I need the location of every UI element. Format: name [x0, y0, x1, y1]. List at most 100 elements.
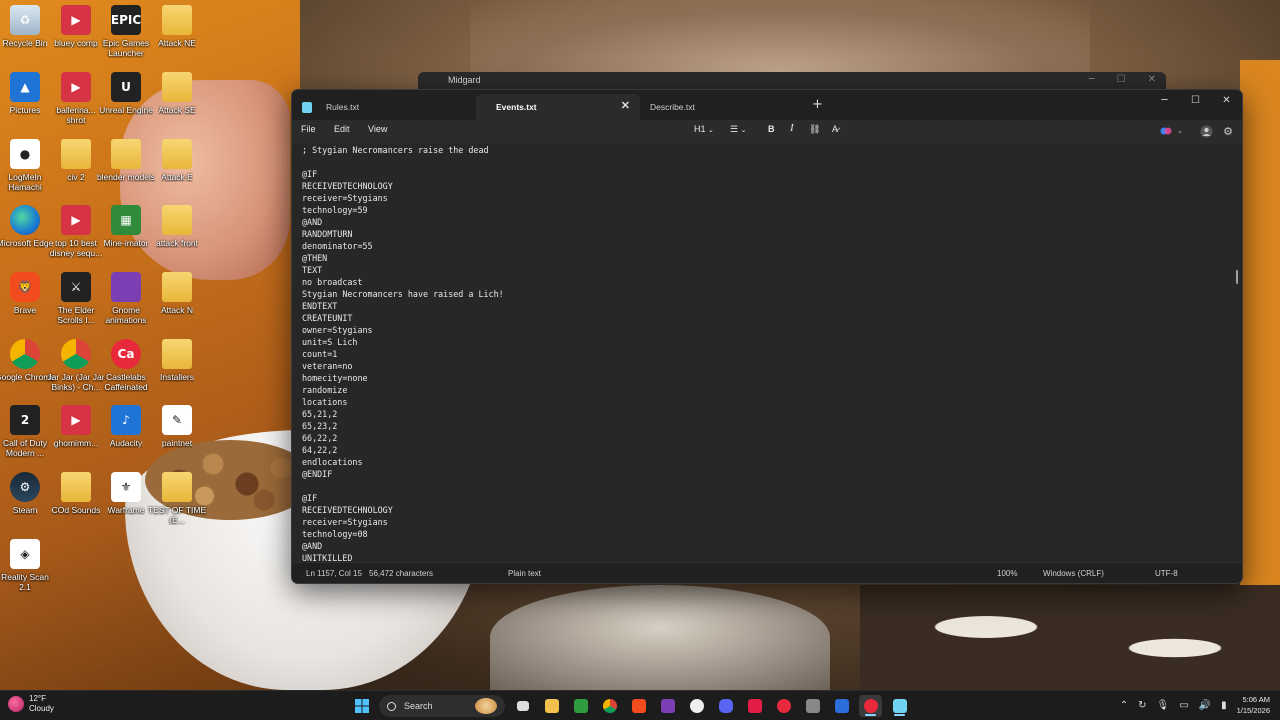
text-line[interactable]: 65,21,2	[302, 408, 504, 420]
desktop-icon[interactable]: Attack N	[147, 272, 207, 315]
clear-formatting-icon[interactable]: A̷	[832, 124, 838, 134]
account-icon[interactable]	[1198, 123, 1214, 139]
app-blue-button[interactable]	[830, 695, 853, 717]
text-line[interactable]: @AND	[302, 540, 504, 552]
desktop-icon[interactable]: Attack E	[147, 139, 207, 182]
battery-icon[interactable]: ▮	[1221, 700, 1227, 711]
maximize-icon[interactable]: ☐	[1180, 91, 1211, 109]
caffeinated-active-button[interactable]	[859, 695, 882, 717]
chrome-button[interactable]	[598, 695, 621, 717]
desktop-icon[interactable]: ◈ Reality Scan 2.1	[0, 539, 55, 592]
list-dropdown[interactable]: ☰ ⌄	[730, 124, 746, 135]
minimize-icon[interactable]: ─	[1149, 91, 1180, 109]
text-line[interactable]: RECEIVEDTECHNOLOGY	[302, 180, 504, 192]
sync-icon[interactable]: ↻	[1138, 700, 1146, 711]
text-line[interactable]: ; Stygian Necromancers raise the dead	[302, 144, 504, 156]
discord-button[interactable]	[714, 695, 737, 717]
text-line[interactable]	[302, 480, 504, 492]
xbox-button[interactable]	[569, 695, 592, 717]
encoding[interactable]: UTF-8	[1155, 569, 1178, 578]
new-tab-icon[interactable]: +	[812, 97, 823, 112]
text-line[interactable]: receiver=Stygians	[302, 516, 504, 528]
zoom-level[interactable]: 100%	[997, 569, 1017, 578]
minimize-icon[interactable]: ─	[1089, 74, 1095, 85]
text-line[interactable]: TEXT	[302, 264, 504, 276]
text-line[interactable]: denominator=55	[302, 240, 504, 252]
text-line[interactable]: count=1	[302, 348, 504, 360]
text-line[interactable]: @IF	[302, 492, 504, 504]
taskbar-search[interactable]: Search	[379, 695, 505, 717]
text-line[interactable]: 64,22,2	[302, 444, 504, 456]
menu-file[interactable]: File	[301, 124, 316, 134]
text-line[interactable]: 66,22,2	[302, 432, 504, 444]
tab-describe[interactable]: Describe.txt	[642, 94, 806, 120]
text-line[interactable]: technology=59	[302, 204, 504, 216]
link-icon[interactable]: ⛓	[809, 124, 820, 135]
brave-button[interactable]	[627, 695, 650, 717]
text-line[interactable]: @AND	[302, 216, 504, 228]
text-line[interactable]: UNITKILLED	[302, 552, 504, 562]
text-line[interactable]: locations	[302, 396, 504, 408]
text-line[interactable]: owner=Stygians	[302, 324, 504, 336]
text-line[interactable]: @THEN	[302, 252, 504, 264]
display-icon[interactable]: ▭	[1179, 700, 1188, 711]
settings-gear-icon[interactable]: ⚙	[1220, 123, 1236, 139]
desktop-icon-label: Brave	[13, 305, 37, 315]
close-icon[interactable]: ✕	[1148, 74, 1156, 85]
text-line[interactable]: 65,23,2	[302, 420, 504, 432]
text-line[interactable]: receiver=Stygians	[302, 192, 504, 204]
close-tab-icon[interactable]: ✕	[621, 99, 630, 112]
text-line[interactable]: unit=S Lich	[302, 336, 504, 348]
app-purple-button[interactable]	[656, 695, 679, 717]
text-line[interactable]: ENDTEXT	[302, 300, 504, 312]
text-line[interactable]: RECEIVEDTECHNOLOGY	[302, 504, 504, 516]
tab-events[interactable]: Events.txt ✕	[476, 94, 640, 120]
menu-view[interactable]: View	[368, 124, 387, 134]
line-ending[interactable]: Windows (CRLF)	[1043, 569, 1104, 578]
maximize-icon[interactable]: ☐	[1117, 74, 1126, 85]
file-explorer-button[interactable]	[540, 695, 563, 717]
editor-content[interactable]: ; Stygian Necromancers raise the dead @IF…	[302, 144, 504, 562]
weather-widget[interactable]: 12°F Cloudy	[8, 694, 54, 714]
caffeinated-button[interactable]	[772, 695, 795, 717]
text-line[interactable]: technology=08	[302, 528, 504, 540]
text-line[interactable]: RANDOMTURN	[302, 228, 504, 240]
media-player-button[interactable]	[743, 695, 766, 717]
desktop-icon[interactable]: attack front	[147, 205, 207, 248]
notepad-taskbar-button[interactable]	[888, 695, 911, 717]
clock[interactable]: 5:06 AM 1/15/2026	[1237, 694, 1270, 716]
github-button[interactable]	[685, 695, 708, 717]
italic-button[interactable]: I	[790, 122, 794, 134]
tab-rules[interactable]: Rules.txt	[294, 94, 474, 120]
bold-button[interactable]: B	[768, 124, 775, 134]
text-line[interactable]	[302, 156, 504, 168]
task-view-button[interactable]	[511, 695, 534, 717]
text-line[interactable]: Stygian Necromancers have raised a Lich!	[302, 288, 504, 300]
desktop-icon[interactable]: TEST OF TIME (E...	[147, 472, 207, 525]
weather-icon	[8, 696, 24, 712]
desktop-icon[interactable]: ✎ paintnet	[147, 405, 207, 448]
desktop-icon[interactable]: Attack NE	[147, 5, 207, 48]
menu-edit[interactable]: Edit	[334, 124, 350, 134]
scrollbar-thumb[interactable]	[1236, 270, 1238, 284]
text-format[interactable]: Plain text	[508, 569, 541, 578]
desktop-icon[interactable]: Installers	[147, 339, 207, 382]
text-editor[interactable]: ; Stygian Necromancers raise the dead @IF…	[292, 144, 1242, 562]
text-line[interactable]: no broadcast	[302, 276, 504, 288]
desktop-icon[interactable]: Attack SE	[147, 72, 207, 115]
text-line[interactable]: CREATEUNIT	[302, 312, 504, 324]
game-button[interactable]	[801, 695, 824, 717]
text-line[interactable]: @IF	[302, 168, 504, 180]
text-line[interactable]: endlocations	[302, 456, 504, 468]
volume-icon[interactable]: 🔊	[1199, 700, 1211, 711]
text-line[interactable]: veteran=no	[302, 360, 504, 372]
text-line[interactable]: @ENDIF	[302, 468, 504, 480]
text-line[interactable]: randomize	[302, 384, 504, 396]
microphone-icon[interactable]: 🎙	[1157, 700, 1170, 711]
chevron-up-icon[interactable]: ⌃	[1120, 700, 1128, 711]
close-icon[interactable]: ✕	[1211, 91, 1242, 109]
text-line[interactable]: homecity=none	[302, 372, 504, 384]
chevron-down-icon[interactable]: ⌄	[1172, 123, 1188, 139]
heading-dropdown[interactable]: H1 ⌄	[694, 124, 714, 134]
start-button[interactable]	[350, 695, 373, 717]
